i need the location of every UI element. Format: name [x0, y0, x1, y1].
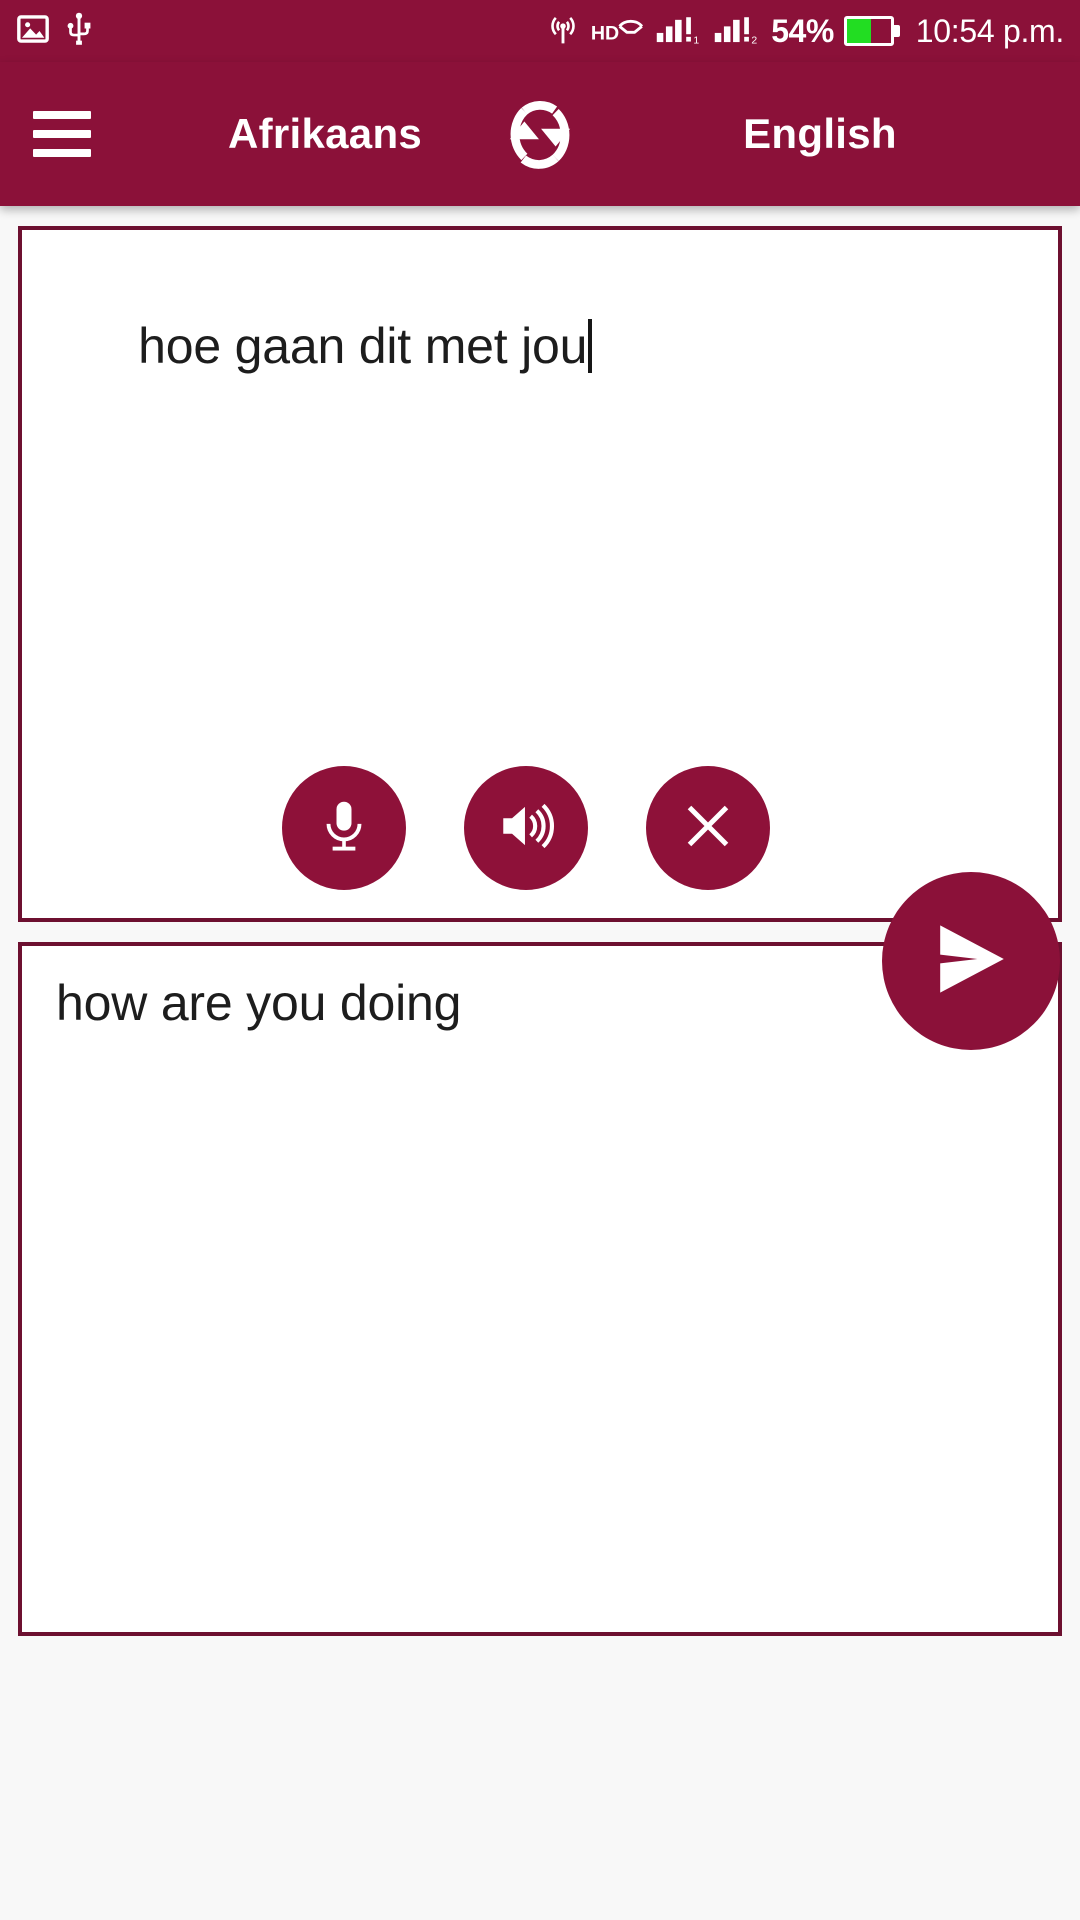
hotspot-icon [547, 12, 579, 51]
swap-languages-icon[interactable] [470, 62, 610, 206]
source-language-selector[interactable]: Afrikaans [190, 62, 460, 206]
hd-voice-icon: HD [589, 12, 645, 51]
source-text-input[interactable]: hoe gaan dit met jou [56, 258, 1018, 435]
close-x-icon [678, 796, 738, 861]
app-bar: Afrikaans English [0, 62, 1080, 206]
speak-button[interactable] [464, 766, 588, 890]
source-text-value: hoe gaan dit met jou [138, 318, 588, 374]
status-bar-left-icons [0, 12, 94, 51]
source-action-buttons [22, 766, 1058, 890]
battery-percent-label: 54% [771, 13, 834, 49]
send-icon [923, 911, 1019, 1012]
signal-sim1-icon: 1 [655, 12, 703, 51]
target-language-label: English [743, 110, 897, 157]
target-text-panel[interactable]: how are you doing [18, 942, 1062, 1636]
battery-icon [843, 16, 900, 46]
usb-icon [64, 12, 94, 51]
source-language-label: Afrikaans [227, 110, 423, 157]
target-language-selector[interactable]: English [610, 62, 1030, 206]
image-icon [16, 12, 50, 51]
microphone-icon [313, 795, 375, 862]
target-text-output: how are you doing [56, 975, 462, 1031]
translator-app-screen: HD 1 2 54% 10:54 p.m. Afrikaans English … [0, 0, 1080, 1920]
mic-button[interactable] [282, 766, 406, 890]
clear-button[interactable] [646, 766, 770, 890]
source-text-panel[interactable]: hoe gaan dit met jou [18, 226, 1062, 922]
status-bar-right-icons: HD 1 2 54% 10:54 p.m. [547, 12, 1080, 51]
hamburger-menu-icon[interactable] [0, 62, 120, 206]
svg-text:2: 2 [752, 35, 758, 46]
signal-sim2-icon: 2 [713, 12, 761, 51]
status-bar: HD 1 2 54% 10:54 p.m. [0, 0, 1080, 62]
svg-text:HD: HD [591, 22, 619, 44]
svg-text:1: 1 [694, 35, 700, 46]
status-bar-clock: 10:54 p.m. [915, 13, 1065, 49]
text-caret [588, 319, 593, 373]
translate-send-button[interactable] [882, 872, 1060, 1050]
speaker-icon [495, 795, 557, 862]
